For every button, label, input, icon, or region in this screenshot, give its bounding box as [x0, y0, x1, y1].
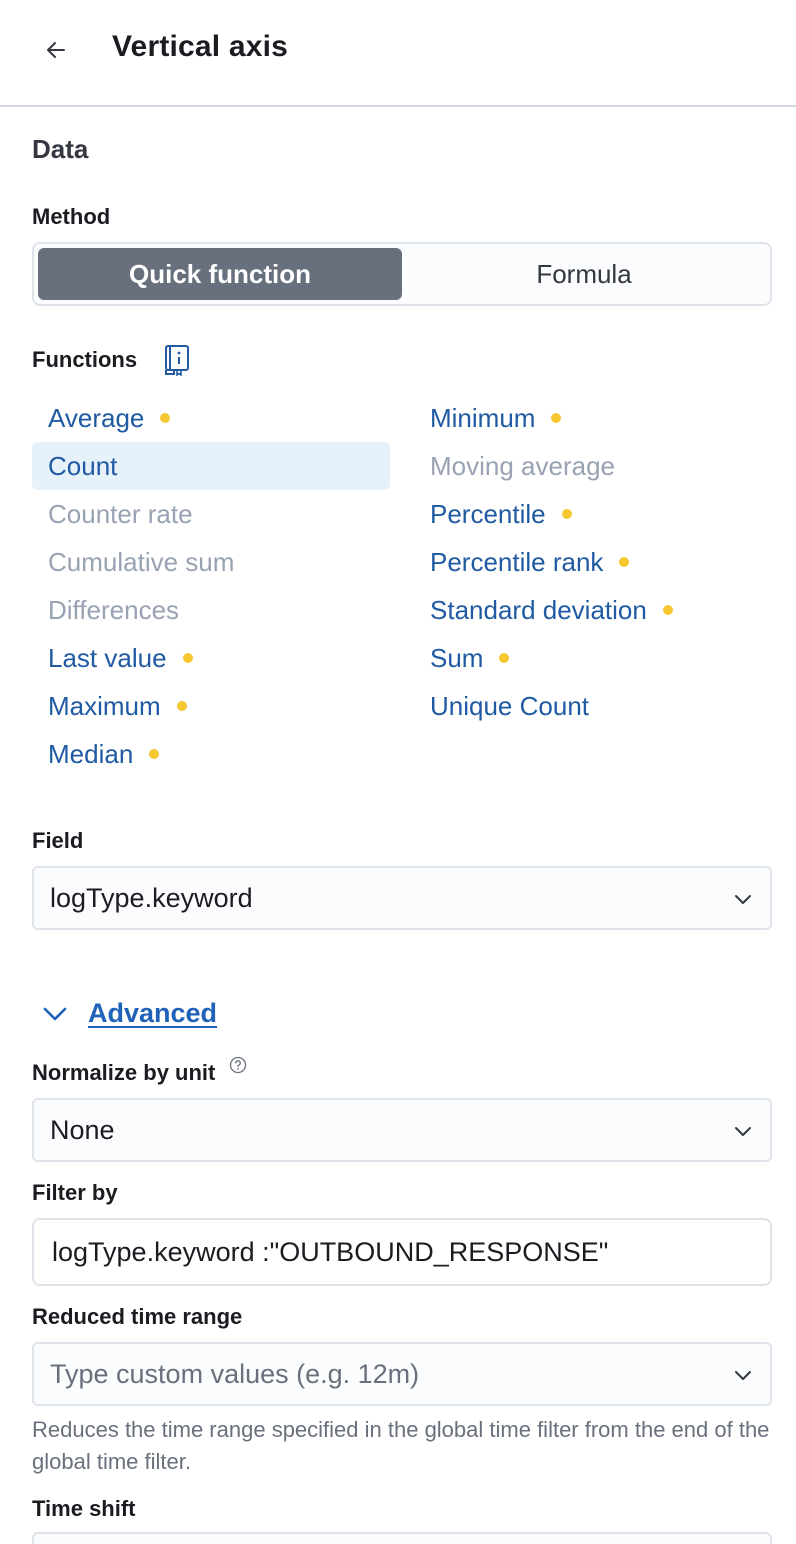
chevron-down-icon	[735, 1371, 751, 1380]
function-option-label: Percentile	[430, 498, 546, 529]
question-help-icon[interactable]	[229, 1056, 247, 1074]
functions-label-row: Functions	[32, 344, 191, 376]
function-option-percentile[interactable]: Percentile	[414, 490, 572, 538]
normalize-select-value: None	[50, 1114, 115, 1145]
function-option-maximum[interactable]: Maximum	[32, 682, 187, 730]
function-option-label: Moving average	[430, 450, 615, 481]
technical-preview-dot-icon	[160, 413, 171, 423]
function-option-average[interactable]: Average	[32, 394, 171, 442]
advanced-toggle-label: Advanced	[88, 998, 218, 1028]
function-option-label: Counter rate	[48, 498, 193, 529]
function-option-sum[interactable]: Sum	[414, 634, 510, 682]
filter-query-input[interactable]: logType.keyword :"OUTBOUND_RESPONSE"	[32, 1218, 772, 1286]
function-option-count[interactable]: Count	[32, 442, 390, 490]
documentation-book-icon[interactable]	[163, 344, 191, 376]
function-option-label: Count	[48, 450, 118, 481]
function-option-label: Percentile rank	[430, 546, 604, 577]
function-option-label: Unique Count	[430, 690, 589, 721]
function-option-label: Last value	[48, 642, 167, 673]
function-option-label: Median	[48, 738, 134, 769]
function-option-cumulative-sum: Cumulative sum	[32, 538, 234, 586]
function-option-last-value[interactable]: Last value	[32, 634, 193, 682]
normalize-label-row: Normalize by unit	[32, 1056, 247, 1086]
normalize-label: Normalize by unit	[32, 1060, 216, 1085]
advanced-toggle[interactable]: Advanced	[40, 998, 217, 1029]
arrow-left-icon	[47, 42, 65, 58]
field-select-value: logType.keyword	[50, 882, 253, 913]
function-option-percentile-rank[interactable]: Percentile rank	[414, 538, 630, 586]
field-select[interactable]: logType.keyword	[32, 866, 772, 930]
function-option-differences: Differences	[32, 586, 179, 634]
function-option-counter-rate: Counter rate	[32, 490, 193, 538]
method-button-group: Quick function Formula	[32, 242, 772, 306]
chevron-down-icon	[735, 1127, 751, 1136]
function-option-label: Differences	[48, 594, 180, 625]
reduced-time-label: Reduced time range	[32, 1304, 243, 1329]
function-option-minimum[interactable]: Minimum	[414, 394, 562, 442]
back-button[interactable]	[40, 34, 72, 66]
function-option-moving-average: Moving average	[414, 442, 615, 490]
technical-preview-dot-icon	[619, 557, 630, 567]
method-quick-function-button[interactable]: Quick function	[38, 248, 402, 300]
technical-preview-dot-icon	[662, 605, 673, 615]
function-option-label: Minimum	[430, 402, 536, 433]
flyout-header: Vertical axis	[0, 0, 796, 107]
method-label: Method	[32, 204, 111, 229]
technical-preview-dot-icon	[182, 653, 193, 663]
section-title-data: Data	[32, 134, 89, 164]
page-title: Vertical axis	[112, 30, 289, 63]
function-option-label: Cumulative sum	[48, 546, 235, 577]
reduced-time-placeholder: Type custom values (e.g. 12m)	[50, 1358, 420, 1389]
normalize-select[interactable]: None	[32, 1098, 772, 1162]
method-formula-button[interactable]: Formula	[402, 248, 766, 300]
function-option-unique-count[interactable]: Unique Count	[414, 682, 589, 730]
function-option-label: Maximum	[48, 690, 161, 721]
chevron-down-icon	[735, 895, 751, 904]
technical-preview-dot-icon	[176, 701, 187, 711]
function-option-label: Standard deviation	[430, 594, 647, 625]
function-option-median[interactable]: Median	[32, 730, 160, 778]
technical-preview-dot-icon	[561, 509, 572, 519]
reduced-time-help-text: Reduces the time range specified in the …	[32, 1417, 770, 1474]
functions-label: Functions	[32, 347, 138, 372]
function-option-label: Average	[48, 402, 145, 433]
technical-preview-dot-icon	[149, 749, 160, 759]
time-shift-select[interactable]	[32, 1532, 772, 1544]
reduced-time-select[interactable]: Type custom values (e.g. 12m)	[32, 1342, 772, 1406]
filter-label: Filter by	[32, 1180, 118, 1205]
technical-preview-dot-icon	[551, 413, 562, 423]
time-shift-label: Time shift	[32, 1496, 136, 1521]
field-label: Field	[32, 828, 84, 853]
function-option-standard-deviation[interactable]: Standard deviation	[414, 586, 673, 634]
technical-preview-dot-icon	[499, 653, 510, 663]
function-option-label: Sum	[430, 642, 484, 673]
chevron-down-icon	[43, 1007, 67, 1020]
